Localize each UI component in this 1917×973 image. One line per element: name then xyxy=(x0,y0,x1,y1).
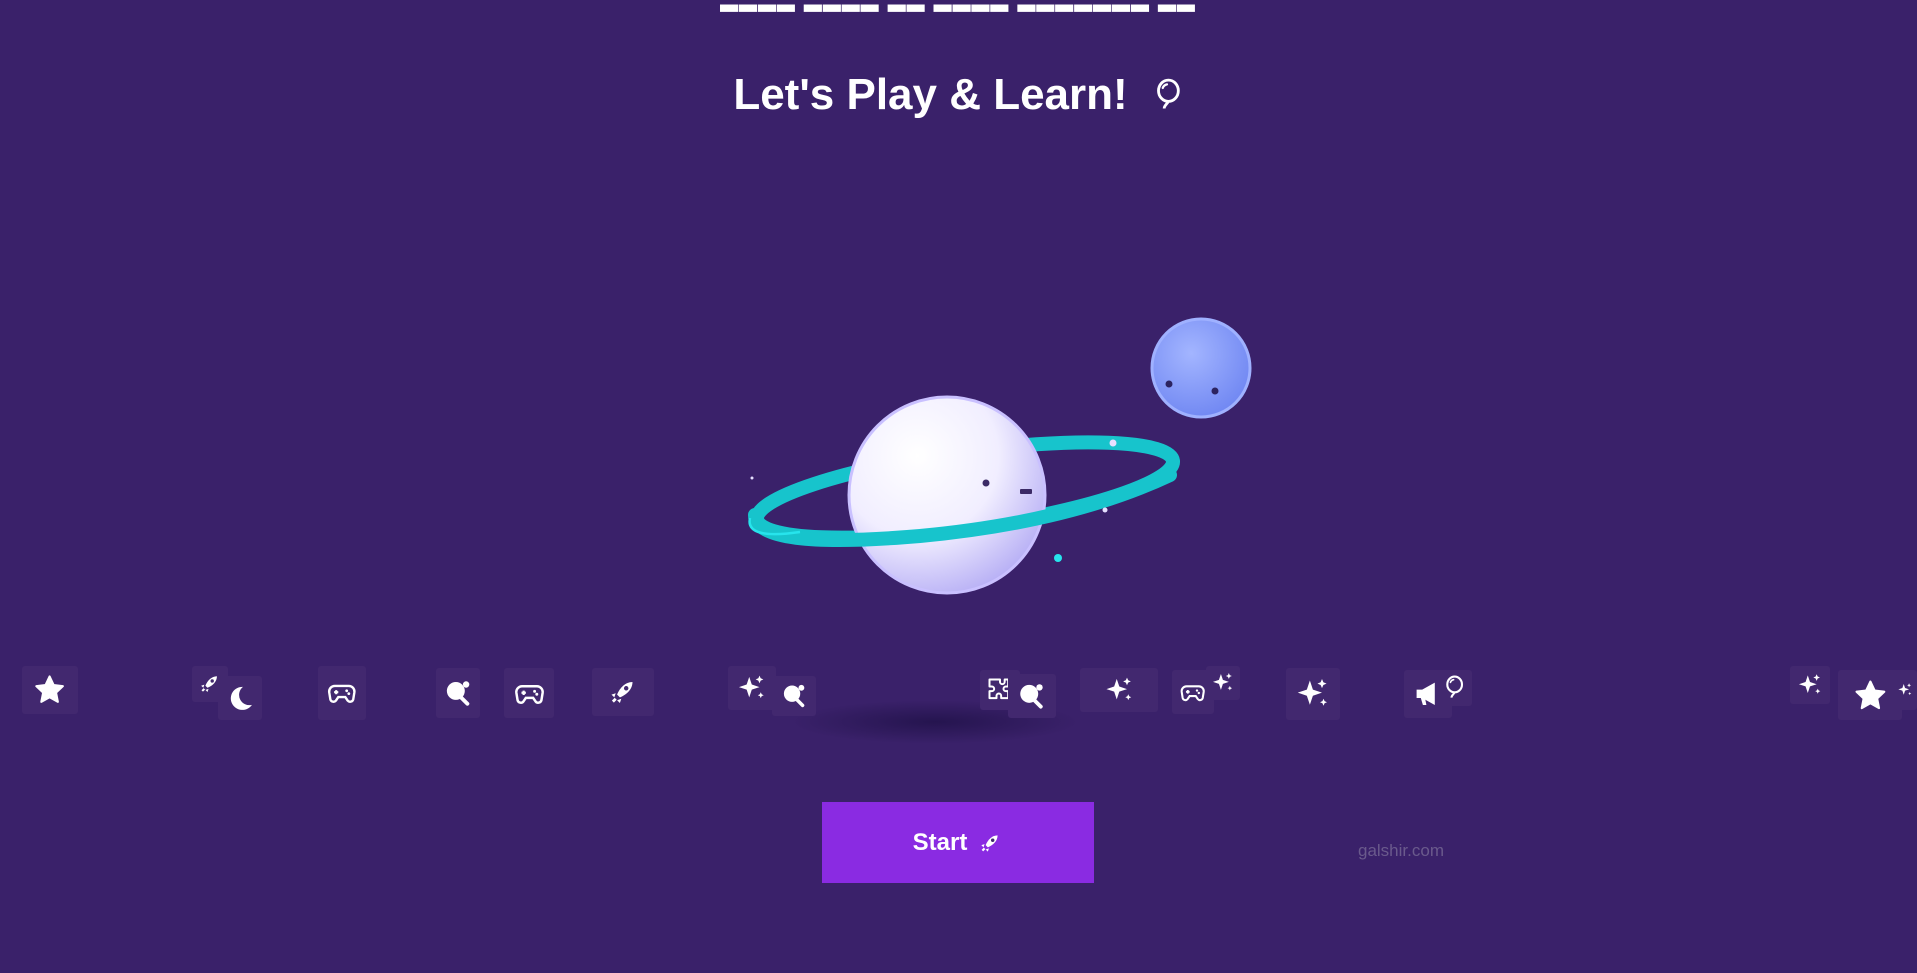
sparkles-icon xyxy=(1894,670,1917,710)
planet-eye xyxy=(982,479,990,487)
sparkles-icon xyxy=(1206,666,1240,700)
rocket-icon xyxy=(977,830,1003,856)
ping-pong-icon xyxy=(1008,674,1056,718)
rocket-icon xyxy=(592,668,654,716)
start-button[interactable]: Start xyxy=(822,802,1094,883)
sparkles-icon xyxy=(1286,668,1340,720)
star-icon xyxy=(22,666,78,714)
ping-pong-icon xyxy=(772,676,816,716)
balloon-icon xyxy=(1436,670,1472,706)
moon-eye-right xyxy=(1211,387,1219,395)
start-label: Start xyxy=(912,828,968,856)
gamepad-icon xyxy=(504,668,554,718)
gamepad-icon xyxy=(318,666,366,720)
watermark-link[interactable]: galshir.com xyxy=(1358,841,1444,861)
title-text: Let's Play & Learn! xyxy=(733,70,1128,119)
sparkles-icon xyxy=(1790,666,1830,704)
moon-character xyxy=(1150,317,1252,419)
icon-strip xyxy=(0,660,1917,720)
star-icon xyxy=(1838,670,1902,720)
page-title: Let's Play & Learn! xyxy=(0,70,1917,120)
sparkles-icon xyxy=(728,666,776,710)
balloon-icon xyxy=(1150,73,1184,117)
planet-mouth xyxy=(1020,489,1032,494)
clipped-heading: ▂▂▂▂ ▂▂▂▂ ▂▂ ▂▂▂▂ ▂▂▂▂▂▂▂ ▂▂ xyxy=(0,0,1917,12)
ping-pong-icon xyxy=(436,668,480,718)
moon-eye-left xyxy=(1165,380,1173,388)
planet xyxy=(847,395,1047,595)
moon-icon xyxy=(218,676,262,720)
sparkles-icon xyxy=(1080,668,1158,712)
